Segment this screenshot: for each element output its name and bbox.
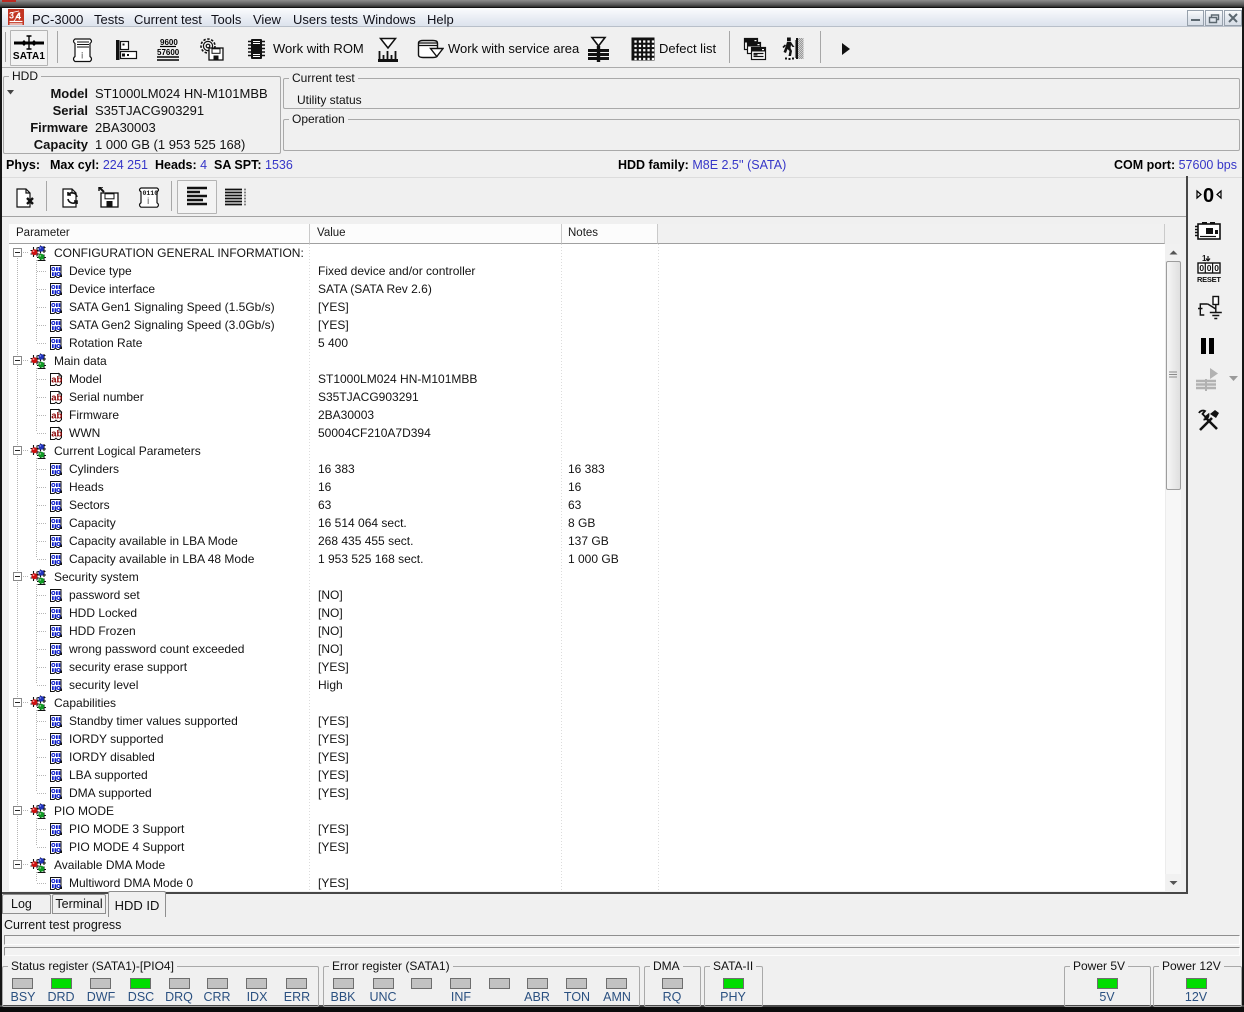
svg-text:ab: ab [51,393,62,404]
svg-text:0: 0 [1207,263,1212,273]
svg-text:0: 0 [1203,185,1214,205]
svg-text:0110: 0110 [143,190,159,197]
svg-text:ab: ab [51,429,62,440]
svg-text:ab: ab [51,411,62,422]
svg-text:0: 0 [1214,263,1219,273]
svg-text:i: i [81,51,84,61]
svg-text:ab: ab [51,375,62,386]
svg-text:57600: 57600 [157,48,180,57]
svg-text:RESET: RESET [1197,275,1221,284]
svg-text:i: i [147,196,150,206]
svg-text:0: 0 [1199,263,1204,273]
svg-text:9600: 9600 [160,38,178,47]
svg-text:4: 4 [16,12,22,23]
